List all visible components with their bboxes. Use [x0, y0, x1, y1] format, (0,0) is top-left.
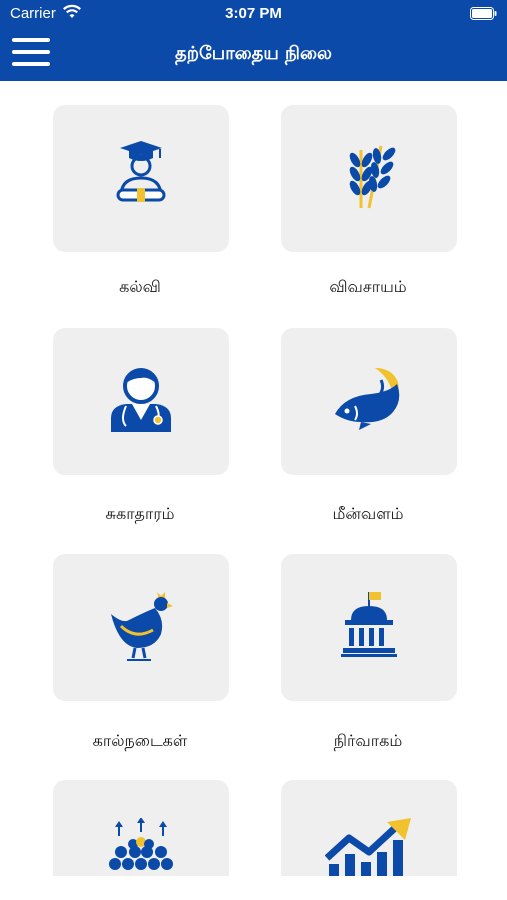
- fish-icon: [335, 368, 400, 430]
- label-education: கல்வி: [119, 277, 161, 296]
- label-livestock: கால்நடைகள்: [92, 731, 188, 750]
- label-agriculture: விவசாயம்: [329, 277, 407, 296]
- status-time: 3:07 PM: [225, 5, 282, 22]
- wheat-icon: [349, 145, 396, 209]
- label-health: சுகாதாரம்: [105, 504, 175, 523]
- app-header: Carrier 3:07 PM தற்போதைய நிலை: [0, 0, 507, 81]
- government-building-icon: [341, 592, 397, 657]
- label-fisheries: மீன்வளம்: [332, 504, 404, 523]
- status-bar: Carrier 3:07 PM: [0, 0, 507, 28]
- battery-icon: [470, 7, 497, 20]
- tile-fisheries[interactable]: [281, 328, 457, 475]
- population-growth-icon: [109, 818, 173, 870]
- page-title: தற்போதைய நிலை: [175, 43, 332, 64]
- label-administration: நிர்வாகம்: [333, 731, 403, 750]
- tile-agriculture[interactable]: [281, 105, 457, 252]
- tile-education[interactable]: [53, 105, 229, 252]
- tile-administration[interactable]: [281, 554, 457, 701]
- growth-chart-icon: [325, 818, 411, 878]
- doctor-icon: [111, 368, 171, 432]
- bottom-safe-area: [0, 876, 507, 900]
- graduate-icon: [116, 141, 166, 202]
- hen-icon: [111, 592, 173, 661]
- tile-livestock[interactable]: [53, 554, 229, 701]
- category-grid: கல்வி விவசாயம் சுகாதாரம் மீன்வளம் கால்நட…: [0, 81, 507, 900]
- tile-health[interactable]: [53, 328, 229, 475]
